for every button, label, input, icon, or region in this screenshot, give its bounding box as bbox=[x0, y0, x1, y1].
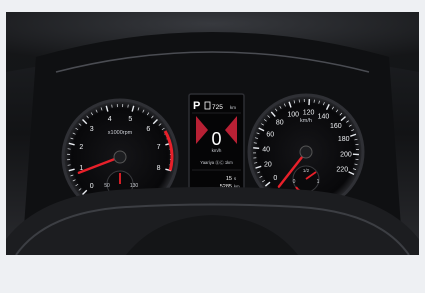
range-value: 725 bbox=[212, 104, 223, 111]
gear-indicator: P bbox=[193, 100, 200, 112]
speedometer-hub bbox=[299, 145, 313, 159]
trip-value: 15 bbox=[226, 176, 232, 182]
center-display: P 725 km 0 km/h Yaariya ⓈⒸ 1km 15 s 5285… bbox=[188, 93, 245, 193]
digital-speed-unit: km/h bbox=[212, 148, 222, 153]
speedometer-unit: km/h bbox=[300, 118, 312, 124]
status-text: Yaariya ⓈⒸ 1km bbox=[200, 159, 233, 166]
tachometer-label: 4 bbox=[108, 116, 112, 123]
tachometer-label: 8 bbox=[157, 165, 161, 172]
tachometer-unit: x1000rpm bbox=[108, 130, 133, 136]
temp-high-label: 130 bbox=[130, 183, 139, 189]
tachometer-label: 0 bbox=[90, 183, 94, 190]
tachometer-label: 5 bbox=[128, 116, 132, 123]
speedometer-label: 200 bbox=[340, 151, 352, 158]
tachometer-label: 2 bbox=[79, 144, 83, 151]
speedometer-label: 160 bbox=[330, 123, 342, 130]
fuel-low-label: 0 bbox=[293, 179, 296, 185]
digital-speed: 0 bbox=[211, 129, 221, 149]
speedometer-label: 140 bbox=[318, 114, 330, 121]
fuel-mid-label: 1/2 bbox=[303, 168, 310, 173]
range-unit: km bbox=[230, 105, 236, 110]
speedometer-label: 40 bbox=[262, 146, 270, 153]
speedometer-label: 180 bbox=[338, 136, 350, 143]
speedometer-label: 80 bbox=[276, 119, 284, 126]
speedometer-label: 120 bbox=[303, 110, 315, 117]
tachometer-label: 7 bbox=[157, 144, 161, 151]
speedometer-label: 0 bbox=[273, 175, 277, 182]
speedometer-label: 100 bbox=[287, 112, 299, 119]
tachometer-label: 6 bbox=[146, 126, 150, 133]
temp-low-label: 50 bbox=[104, 183, 110, 189]
tachometer-hub bbox=[113, 150, 127, 164]
instrument-cluster-photo: 012345678 x1000rpm 50 130 ♨ 020406080100… bbox=[6, 12, 419, 255]
trip-unit: s bbox=[234, 176, 236, 181]
speedometer-label: 220 bbox=[336, 166, 348, 173]
fuel-high-label: 1 bbox=[317, 179, 320, 185]
speedometer-label: 20 bbox=[264, 162, 272, 169]
tachometer-label: 3 bbox=[90, 126, 94, 133]
speedometer-label: 60 bbox=[266, 131, 274, 138]
